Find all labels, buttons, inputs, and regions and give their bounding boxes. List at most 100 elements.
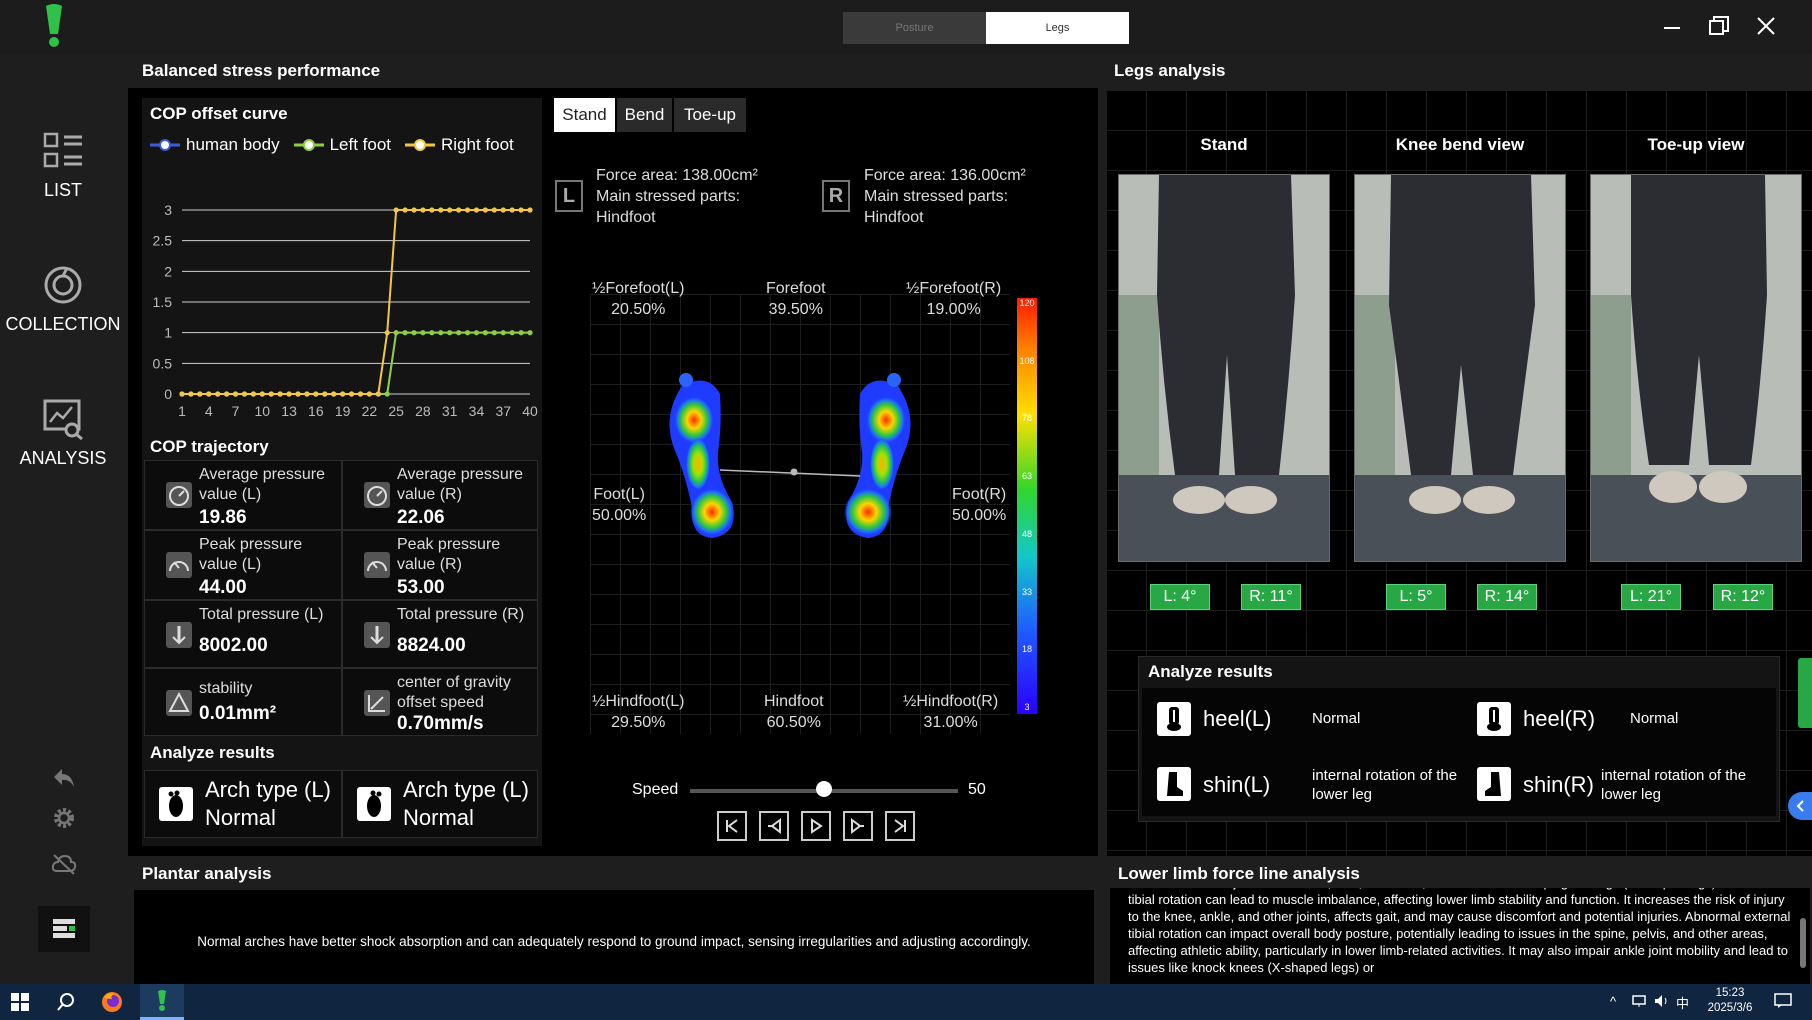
left-foot-info: Force area: 138.00cm² Main stressed part… <box>596 165 758 228</box>
step-forward-button[interactable] <box>843 811 873 841</box>
step-back-button[interactable] <box>759 811 789 841</box>
series-point <box>402 207 408 213</box>
app-taskbar-button[interactable] <box>140 984 184 1020</box>
minimize-button[interactable] <box>1652 8 1692 44</box>
region-name: Foot(R) <box>952 486 1007 503</box>
analysis-icon <box>43 399 83 440</box>
arch-type-left-value: Normal <box>205 805 276 830</box>
tab-stand[interactable]: Stand <box>554 98 615 132</box>
start-button[interactable] <box>10 992 32 1014</box>
gauge-icon <box>166 482 192 508</box>
legs-panel-header: Legs analysis <box>1102 54 1812 88</box>
stand-photo <box>1118 174 1330 562</box>
play-button[interactable] <box>801 811 831 841</box>
sidebar-item-analysis-label: ANALYSIS <box>19 448 107 468</box>
series-point <box>527 207 533 213</box>
series-point <box>375 391 381 397</box>
heel-left-label: heel(L) <box>1203 706 1272 731</box>
tab-posture[interactable]: Posture <box>843 12 986 44</box>
x-tick-label: 7 <box>232 403 240 419</box>
plantar-body: Normal arches have better shock absorpti… <box>134 890 1094 984</box>
skip-end-icon <box>894 819 906 833</box>
series-point <box>402 330 408 336</box>
color-scale-tick: 48 <box>1021 528 1032 539</box>
restore-button[interactable] <box>1699 8 1739 44</box>
tab-legs[interactable]: Legs <box>986 12 1129 44</box>
footprint-icon <box>168 790 183 817</box>
step-forward-icon <box>851 818 864 834</box>
series-point <box>411 207 417 213</box>
cog-line <box>719 469 861 477</box>
series-point <box>286 391 292 397</box>
shin-right-label: shin(R) <box>1523 772 1594 797</box>
view-title-toe-up: Toe-up view <box>1647 135 1745 154</box>
series-point <box>241 391 248 397</box>
cog-offset-speed-cell: center of gravity offset speed 0.70mm/s <box>342 668 538 736</box>
ime-indicator[interactable]: 中 <box>1676 993 1689 1012</box>
network-icon[interactable] <box>1632 994 1648 1008</box>
tray-chevron-icon[interactable]: ^ <box>1610 994 1616 1009</box>
clock[interactable]: 15:23 2025/3/6 <box>1700 986 1760 1016</box>
step-back-icon <box>768 818 781 834</box>
peak-pressure-right-cell: Peak pressure value (R) 53.00 <box>342 530 538 600</box>
series-point <box>464 330 471 336</box>
cog-offset-speed-label: center of gravity offset speed <box>397 674 511 711</box>
region-hindfoot: Hindfoot 60.50% <box>764 691 824 733</box>
knee-bend-left-angle: L: 5° <box>1386 584 1446 610</box>
region-name: ½Forefoot(L) <box>592 280 685 297</box>
undo-button[interactable] <box>48 762 80 794</box>
series-point <box>527 330 533 336</box>
series-point <box>482 207 488 213</box>
avg-pressure-right-cell: Average pressure value (R) 22.06 <box>342 460 538 530</box>
undo-icon <box>54 769 74 787</box>
weight-icon <box>166 622 192 648</box>
series-point <box>429 207 435 213</box>
clock-time: 15:23 <box>1715 987 1745 999</box>
series-point <box>447 207 453 213</box>
shin-icon <box>1167 772 1183 796</box>
sidebar-item-list[interactable]: LIST <box>0 130 126 201</box>
settings-button[interactable] <box>48 802 80 834</box>
volume-icon[interactable] <box>1654 994 1670 1008</box>
foot-icon <box>159 787 193 821</box>
lower-limb-body[interactable]: This can lead to injuries in the sole, t… <box>1110 888 1810 984</box>
shin-icon <box>1485 772 1501 796</box>
cloud-off-button[interactable] <box>48 848 80 880</box>
peak-gauge-icon <box>364 552 390 578</box>
peak-pressure-left-label: Peak pressure value (L) <box>199 536 303 573</box>
sidebar-item-collection[interactable]: COLLECTION <box>0 264 126 335</box>
first-frame-button[interactable] <box>717 811 747 841</box>
toe-up-left-angle: L: 21° <box>1621 584 1681 610</box>
speed-slider-handle[interactable] <box>816 781 832 797</box>
search-button[interactable] <box>56 992 78 1014</box>
color-scale-tick: 33 <box>1021 586 1032 597</box>
report-button[interactable] <box>38 906 90 952</box>
tab-bend[interactable]: Bend <box>617 98 672 132</box>
total-pressure-left-value: 8002.00 <box>199 635 268 656</box>
series-point <box>456 330 462 336</box>
restore-icon <box>1709 16 1729 35</box>
sidebar-item-analysis[interactable]: ANALYSIS <box>0 398 126 469</box>
cop-offset-chart: 00.511.522.531 4 7 10 13 16 19 22 25 28 31 34 37 40 <box>153 202 538 419</box>
series-point <box>215 391 221 397</box>
shin-left-label: shin(L) <box>1203 772 1271 797</box>
speed-label: Speed <box>632 781 679 798</box>
footprint-icon <box>367 790 382 817</box>
collapse-button[interactable] <box>1788 792 1812 820</box>
firefox-taskbar-button[interactable] <box>100 990 124 1014</box>
tab-toe-up[interactable]: Toe-up <box>674 98 746 132</box>
notification-button[interactable] <box>1774 993 1792 1009</box>
close-button[interactable] <box>1746 8 1786 44</box>
last-frame-button[interactable] <box>885 811 915 841</box>
lower-limb-scrollbar[interactable] <box>1800 918 1806 968</box>
firefox-icon <box>102 992 122 1012</box>
gauge-icon <box>364 482 390 508</box>
green-side-tab[interactable] <box>1798 658 1812 728</box>
cop-curve-legend: human body Left foot Right foot <box>150 134 514 156</box>
shin-right-icon <box>1477 767 1511 801</box>
sidebar-item-collection-label: COLLECTION <box>5 314 121 334</box>
legend-marker-left-foot <box>293 139 324 151</box>
series-point <box>304 391 310 397</box>
y-tick-label: 1 <box>164 325 172 341</box>
left-footprint <box>669 373 734 538</box>
